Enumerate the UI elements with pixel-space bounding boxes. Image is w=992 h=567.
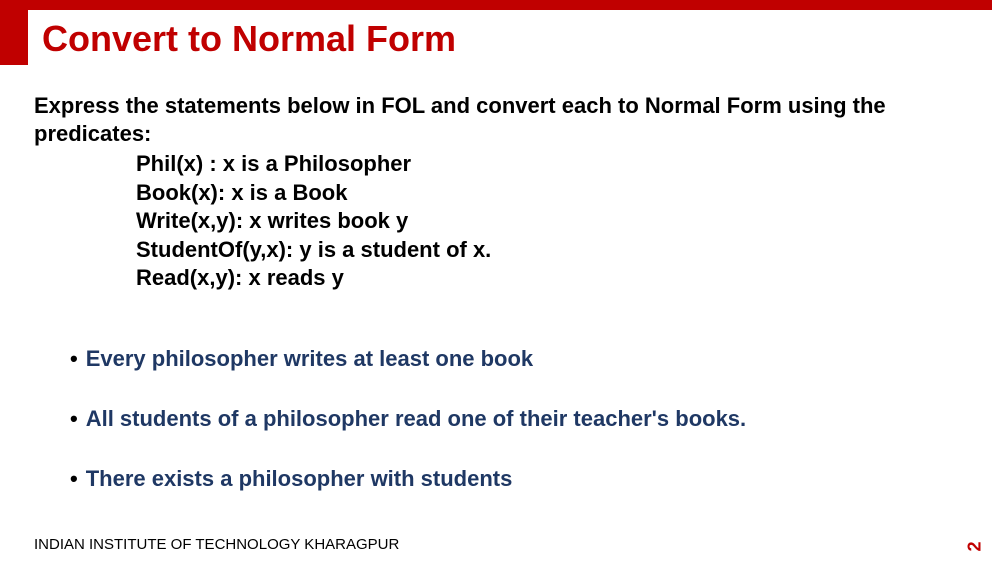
predicate-line: Write(x,y): x writes book y xyxy=(136,207,491,236)
predicate-line: Book(x): x is a Book xyxy=(136,179,491,208)
statement-item: • All students of a philosopher read one … xyxy=(70,406,962,432)
statement-item: • Every philosopher writes at least one b… xyxy=(70,346,962,372)
predicate-line: Phil(x) : x is a Philosopher xyxy=(136,150,491,179)
predicate-list: Phil(x) : x is a Philosopher Book(x): x … xyxy=(136,150,491,293)
left-accent-block xyxy=(0,0,28,65)
intro-text: Express the statements below in FOL and … xyxy=(34,92,962,147)
predicate-line: StudentOf(y,x): y is a student of x. xyxy=(136,236,491,265)
bullet-icon: • xyxy=(70,346,78,371)
statement-list: • Every philosopher writes at least one b… xyxy=(70,346,962,526)
bullet-icon: • xyxy=(70,406,78,431)
statement-item: • There exists a philosopher with student… xyxy=(70,466,962,492)
statement-text: All students of a philosopher read one o… xyxy=(86,406,746,431)
page-number: 2 xyxy=(964,541,985,551)
top-accent-bar xyxy=(0,0,992,10)
slide-title: Convert to Normal Form xyxy=(42,18,456,60)
bullet-icon: • xyxy=(70,466,78,491)
footer-text: INDIAN INSTITUTE OF TECHNOLOGY KHARAGPUR xyxy=(34,536,399,553)
statement-text: There exists a philosopher with students xyxy=(86,466,513,491)
statement-text: Every philosopher writes at least one bo… xyxy=(86,346,533,371)
predicate-line: Read(x,y): x reads y xyxy=(136,264,491,293)
